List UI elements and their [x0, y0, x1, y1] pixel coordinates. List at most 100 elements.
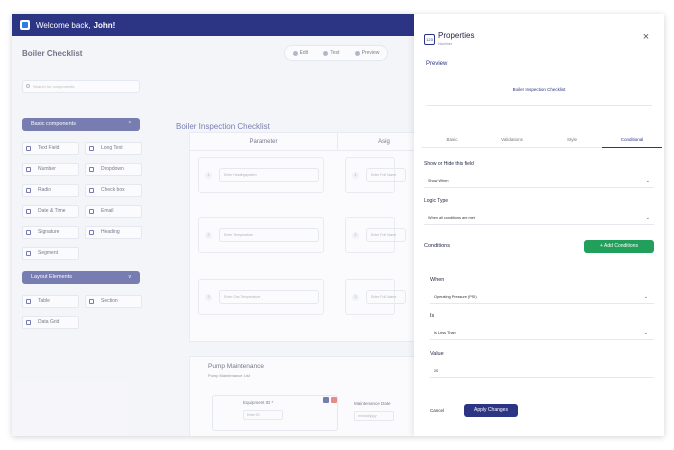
component-segment[interactable]: Segment — [22, 247, 79, 260]
checkbox-icon — [89, 188, 94, 193]
delete-field-icon[interactable] — [331, 397, 337, 403]
close-icon[interactable]: × — [641, 32, 651, 43]
preview-icon — [354, 50, 360, 56]
parameter-input[interactable]: Enter Heatingsystem — [219, 168, 319, 182]
component-radio[interactable]: Radio — [22, 184, 79, 197]
section-icon — [89, 299, 94, 304]
cancel-button[interactable]: Cancel — [430, 408, 444, 413]
chevron-down-icon: ⌄ — [643, 294, 648, 300]
logic-type-select[interactable]: When all conditions are met ⌄ — [424, 211, 654, 225]
parameter-input[interactable]: Enter Temperature — [219, 228, 319, 242]
component-text-field[interactable]: Text Field — [22, 142, 79, 155]
maintenance-date-label: Maintenance Date — [354, 401, 391, 406]
mode-preview-button[interactable]: Preview — [354, 50, 379, 56]
mode-test-button[interactable]: Test — [323, 50, 339, 56]
data-grid-icon — [26, 320, 31, 325]
when-select[interactable]: Operating Pressure (PSI) ⌄ — [430, 290, 654, 304]
apply-changes-button[interactable]: Apply Changes — [464, 404, 518, 417]
user-name: John! — [93, 20, 116, 30]
tab-style[interactable]: Style — [542, 134, 602, 148]
table-row: 3 Enter Gas Temperature — [198, 279, 324, 315]
panel-subtitle: Number — [438, 41, 453, 46]
tab-basic[interactable]: Basic — [422, 134, 482, 148]
component-search-input[interactable]: Search for components — [22, 80, 140, 93]
canvas-title: Boiler Inspection Checklist — [176, 122, 270, 131]
chevron-down-icon: v — [128, 274, 132, 280]
edit-field-icon[interactable] — [323, 397, 329, 403]
preview-label: Preview — [426, 61, 448, 67]
component-check-box[interactable]: Check box — [85, 184, 142, 197]
condition-card: When Operating Pressure (PSI) ⌄ Is Is Le… — [424, 264, 654, 400]
conditions-label: Conditions — [424, 243, 450, 249]
is-label: Is — [430, 313, 435, 319]
component-dropdown[interactable]: Dropdown — [85, 163, 142, 176]
maintenance-date-input[interactable]: mm/dd/yyyy — [354, 411, 394, 421]
tab-validations[interactable]: Validations — [482, 134, 542, 148]
app-logo-icon — [20, 20, 30, 30]
preview-box: Boiler Inspection Checklist — [426, 74, 652, 106]
value-label: Value — [430, 351, 444, 357]
long-text-icon — [89, 146, 94, 151]
table-row: 2 Enter Temperature — [198, 217, 324, 253]
email-icon — [89, 209, 94, 214]
parameter-input[interactable]: Enter Gas Temperature — [219, 290, 319, 304]
properties-panel: 123 Properties Number × Preview Boiler I… — [414, 14, 664, 436]
mode-edit-button[interactable]: Edit — [292, 50, 308, 56]
segment-icon — [26, 251, 31, 256]
value-input[interactable]: 20 — [430, 364, 654, 378]
equipment-id-card: Equipment ID * Enter ID — [212, 395, 338, 431]
app-window: Welcome back, John! Boiler Checklist Edi… — [12, 14, 664, 436]
show-hide-select[interactable]: Show When ⌄ — [424, 174, 654, 188]
component-date-time[interactable]: Date & Time — [22, 205, 79, 218]
equipment-id-label: Equipment ID * — [243, 400, 274, 405]
table-row: 1 Enter Full Name — [345, 157, 406, 193]
operator-select[interactable]: Is Less Than ⌄ — [430, 326, 654, 340]
calendar-icon — [26, 209, 31, 214]
component-data-grid[interactable]: Data Grid — [22, 316, 79, 329]
component-number[interactable]: Number — [22, 163, 79, 176]
assignee-input[interactable]: Enter Full Name — [366, 228, 406, 242]
when-label: When — [430, 277, 445, 283]
component-signature[interactable]: Signature — [22, 226, 79, 239]
chevron-up-icon: ^ — [128, 121, 131, 127]
table-row: 3 Enter Full Name — [345, 279, 406, 315]
tab-conditional[interactable]: Conditional — [602, 134, 662, 148]
form-canvas: Parameter Asig 1 Enter Heatingsystem 1 Ent… — [189, 132, 430, 342]
table-row: 1 Enter Heatingsystem — [198, 157, 324, 193]
component-email[interactable]: Email — [85, 205, 142, 218]
logic-type-label: Logic Type — [424, 198, 449, 204]
add-conditions-button[interactable]: + Add Conditions — [584, 240, 654, 253]
pump-section-title: Pump Maintenance — [208, 363, 265, 370]
radio-icon — [26, 188, 31, 193]
show-hide-label: Show or Hide this field — [424, 161, 474, 167]
edit-icon — [292, 50, 298, 56]
chevron-down-icon: ⌄ — [643, 330, 648, 336]
signature-icon — [26, 230, 31, 235]
number-icon — [26, 167, 31, 172]
layout-elements-header[interactable]: Layout Elements v — [22, 271, 140, 284]
page-title: Boiler Checklist — [22, 49, 83, 58]
column-header-parameter: Parameter — [190, 133, 338, 151]
assignee-input[interactable]: Enter Full Name — [366, 168, 406, 182]
component-table[interactable]: Table — [22, 295, 79, 308]
panel-title: Properties — [438, 31, 475, 40]
top-bar: Welcome back, John! — [12, 14, 414, 36]
component-heading[interactable]: Heading — [85, 226, 142, 239]
text-icon — [26, 146, 31, 151]
component-section[interactable]: Section — [85, 295, 142, 308]
equipment-id-input[interactable]: Enter ID — [243, 410, 283, 420]
table-row: 2 Enter Full Name — [345, 217, 406, 253]
search-icon — [26, 84, 30, 88]
chevron-down-icon: ⌄ — [645, 178, 650, 184]
component-long-text[interactable]: Long Text — [85, 142, 142, 155]
dropdown-icon — [89, 167, 94, 172]
test-icon — [323, 50, 329, 56]
table-icon — [26, 299, 31, 304]
form-builder-background: Boiler Checklist Edit Test Preview Searc… — [12, 36, 430, 436]
mode-toggle: Edit Test Preview — [284, 45, 388, 61]
basic-components-header[interactable]: Basic components ^ — [22, 118, 140, 131]
number-icon: 123 — [424, 34, 435, 45]
pump-section-subtitle: Pump Maintenance List — [208, 373, 250, 378]
property-tabs: Basic Validations Style Conditional — [422, 134, 662, 148]
assignee-input[interactable]: Enter Full Name — [366, 290, 406, 304]
